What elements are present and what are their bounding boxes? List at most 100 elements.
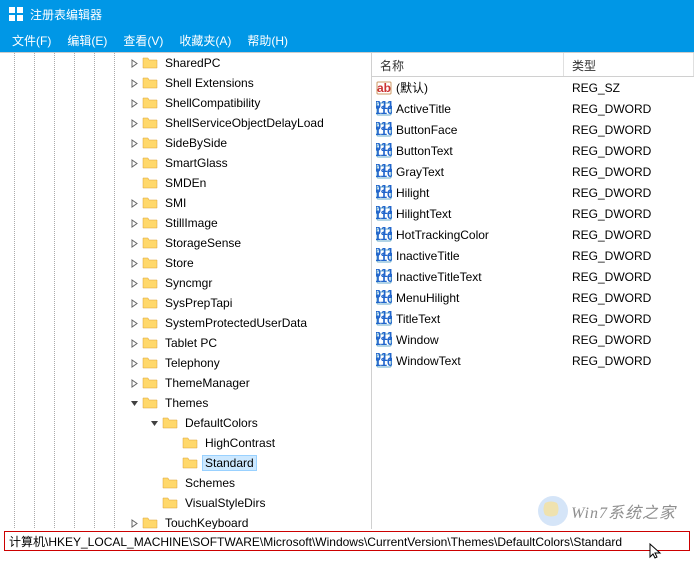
chevron-right-icon[interactable] bbox=[128, 317, 140, 329]
tree-item[interactable]: ThemeManager bbox=[0, 373, 371, 393]
col-name-header[interactable]: 名称 bbox=[372, 53, 564, 76]
chevron-right-icon[interactable] bbox=[128, 77, 140, 89]
folder-icon bbox=[162, 415, 178, 431]
menu-view[interactable]: 查看(V) bbox=[115, 30, 171, 51]
tree-item[interactable]: SideBySide bbox=[0, 133, 371, 153]
tree-item[interactable]: DefaultColors bbox=[0, 413, 371, 433]
chevron-right-icon[interactable] bbox=[128, 57, 140, 69]
value-name: HotTrackingColor bbox=[396, 228, 489, 242]
list-body[interactable]: (默认)REG_SZ ActiveTitle REG_DWORD ButtonFace… bbox=[372, 77, 694, 529]
chevron-right-icon[interactable] bbox=[128, 257, 140, 269]
value-name: HilightText bbox=[396, 207, 451, 221]
list-header: 名称 类型 bbox=[372, 53, 694, 77]
value-row[interactable]: GrayTextREG_DWORD bbox=[372, 161, 694, 182]
tree-item-label: SideBySide bbox=[162, 136, 230, 150]
chevron-right-icon[interactable] bbox=[128, 297, 140, 309]
tree-item[interactable]: Themes bbox=[0, 393, 371, 413]
expand-spacer bbox=[148, 497, 160, 509]
binary-value-icon bbox=[376, 164, 392, 180]
menu-file[interactable]: 文件(F) bbox=[4, 30, 59, 51]
tree-item[interactable]: Tablet PC bbox=[0, 333, 371, 353]
tree-item-label: ShellServiceObjectDelayLoad bbox=[162, 116, 327, 130]
tree-item[interactable]: SharedPC bbox=[0, 53, 371, 73]
chevron-down-icon[interactable] bbox=[128, 397, 140, 409]
tree-item[interactable]: VisualStyleDirs bbox=[0, 493, 371, 513]
value-row[interactable]: WindowTextREG_DWORD bbox=[372, 350, 694, 371]
value-type: REG_DWORD bbox=[564, 186, 694, 200]
value-type: REG_DWORD bbox=[564, 333, 694, 347]
folder-icon bbox=[142, 75, 158, 91]
tree-item-label: Standard bbox=[202, 455, 257, 471]
chevron-right-icon[interactable] bbox=[128, 377, 140, 389]
tree-item[interactable]: StorageSense bbox=[0, 233, 371, 253]
chevron-right-icon[interactable] bbox=[128, 157, 140, 169]
chevron-down-icon[interactable] bbox=[148, 417, 160, 429]
folder-icon bbox=[142, 135, 158, 151]
values-panel: 名称 类型 (默认)REG_SZ ActiveTitle REG_DWORD Butt… bbox=[372, 53, 694, 529]
value-row[interactable]: InactiveTitleTextREG_DWORD bbox=[372, 266, 694, 287]
value-row[interactable]: HotTrackingColorREG_DWORD bbox=[372, 224, 694, 245]
value-name: TitleText bbox=[396, 312, 440, 326]
tree-item-label: ThemeManager bbox=[162, 376, 253, 390]
chevron-right-icon[interactable] bbox=[128, 357, 140, 369]
value-row[interactable]: ButtonTextREG_DWORD bbox=[372, 140, 694, 161]
value-row[interactable]: ButtonFaceREG_DWORD bbox=[372, 119, 694, 140]
tree-panel[interactable]: SharedPC Shell Extensions ShellCompatibili… bbox=[0, 53, 372, 529]
tree-item[interactable]: ShellServiceObjectDelayLoad bbox=[0, 113, 371, 133]
tree-item[interactable]: SMI bbox=[0, 193, 371, 213]
tree-item-label: DefaultColors bbox=[182, 416, 261, 430]
status-path: 计算机\HKEY_LOCAL_MACHINE\SOFTWARE\Microsof… bbox=[9, 533, 622, 550]
value-row[interactable]: WindowREG_DWORD bbox=[372, 329, 694, 350]
chevron-right-icon[interactable] bbox=[128, 117, 140, 129]
folder-icon bbox=[142, 195, 158, 211]
chevron-right-icon[interactable] bbox=[128, 137, 140, 149]
folder-icon bbox=[142, 335, 158, 351]
value-type: REG_DWORD bbox=[564, 312, 694, 326]
value-row[interactable]: MenuHilightREG_DWORD bbox=[372, 287, 694, 308]
tree-item[interactable]: Syncmgr bbox=[0, 273, 371, 293]
value-row[interactable]: (默认)REG_SZ bbox=[372, 77, 694, 98]
expand-spacer bbox=[128, 177, 140, 189]
chevron-right-icon[interactable] bbox=[128, 217, 140, 229]
tree-item-label: SMDEn bbox=[162, 176, 209, 190]
tree-item[interactable]: Telephony bbox=[0, 353, 371, 373]
value-row[interactable]: ActiveTitle REG_DWORD bbox=[372, 98, 694, 119]
tree-item[interactable]: Schemes bbox=[0, 473, 371, 493]
value-type: REG_DWORD bbox=[564, 102, 694, 116]
value-name: WindowText bbox=[396, 354, 461, 368]
menu-favorites[interactable]: 收藏夹(A) bbox=[171, 30, 239, 51]
status-bar: 计算机\HKEY_LOCAL_MACHINE\SOFTWARE\Microsof… bbox=[4, 531, 690, 551]
menu-help[interactable]: 帮助(H) bbox=[239, 30, 296, 51]
chevron-right-icon[interactable] bbox=[128, 337, 140, 349]
tree-item[interactable]: SmartGlass bbox=[0, 153, 371, 173]
chevron-right-icon[interactable] bbox=[128, 517, 140, 529]
tree-item[interactable]: StillImage bbox=[0, 213, 371, 233]
folder-icon bbox=[142, 275, 158, 291]
value-row[interactable]: HilightREG_DWORD bbox=[372, 182, 694, 203]
folder-icon bbox=[182, 455, 198, 471]
chevron-right-icon[interactable] bbox=[128, 97, 140, 109]
tree-item[interactable]: SMDEn bbox=[0, 173, 371, 193]
tree-item[interactable]: Store bbox=[0, 253, 371, 273]
expand-spacer bbox=[148, 477, 160, 489]
folder-icon bbox=[142, 155, 158, 171]
value-row[interactable]: TitleText REG_DWORD bbox=[372, 308, 694, 329]
tree-item[interactable]: SystemProtectedUserData bbox=[0, 313, 371, 333]
chevron-right-icon[interactable] bbox=[128, 277, 140, 289]
tree-item[interactable]: Shell Extensions bbox=[0, 73, 371, 93]
value-row[interactable]: HilightTextREG_DWORD bbox=[372, 203, 694, 224]
value-row[interactable]: InactiveTitleREG_DWORD bbox=[372, 245, 694, 266]
tree-item[interactable]: SysPrepTapi bbox=[0, 293, 371, 313]
value-name: ActiveTitle bbox=[396, 102, 451, 116]
tree-item[interactable]: HighContrast bbox=[0, 433, 371, 453]
tree-item[interactable]: TouchKeyboard bbox=[0, 513, 371, 529]
chevron-right-icon[interactable] bbox=[128, 237, 140, 249]
col-type-header[interactable]: 类型 bbox=[564, 53, 694, 76]
tree-item[interactable]: ShellCompatibility bbox=[0, 93, 371, 113]
tree-item[interactable]: Standard bbox=[0, 453, 371, 473]
menu-edit[interactable]: 编辑(E) bbox=[59, 30, 115, 51]
tree-item-label: Shell Extensions bbox=[162, 76, 257, 90]
folder-icon bbox=[162, 495, 178, 511]
tree-item-label: StillImage bbox=[162, 216, 221, 230]
chevron-right-icon[interactable] bbox=[128, 197, 140, 209]
